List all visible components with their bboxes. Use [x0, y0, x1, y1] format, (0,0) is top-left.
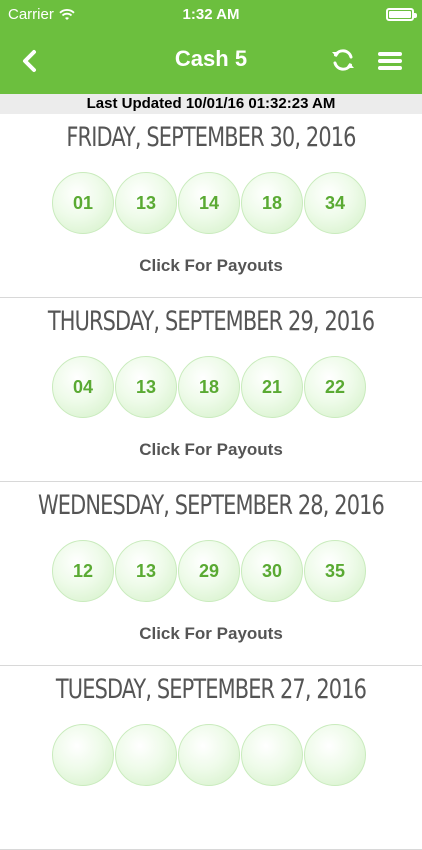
number-ball: 14	[178, 172, 240, 234]
number-balls: 12 13 29 30 35	[52, 540, 370, 604]
draw-item: FRIDAY, SEPTEMBER 30, 2016 01 13 14 18 3…	[0, 114, 422, 298]
number-ball: 12	[52, 540, 114, 602]
number-ball: 21	[241, 356, 303, 418]
number-ball: 01	[52, 172, 114, 234]
number-ball: 22	[304, 356, 366, 418]
number-ball: 35	[304, 540, 366, 602]
number-ball: 04	[52, 356, 114, 418]
payouts-link[interactable]: Click For Payouts	[0, 440, 422, 460]
status-time: 1:32 AM	[182, 6, 240, 23]
number-balls: 04 13 18 21 22	[52, 356, 370, 420]
top-bar: Carrier 1:32 AM Cash 5	[0, 0, 422, 94]
number-ball: 34	[304, 172, 366, 234]
payouts-link[interactable]: Click For Payouts	[0, 624, 422, 644]
draw-item: THURSDAY, SEPTEMBER 29, 2016 04 13 18 21…	[0, 298, 422, 482]
refresh-icon[interactable]	[330, 47, 356, 73]
status-bar: Carrier 1:32 AM	[0, 0, 422, 30]
number-ball: 30	[241, 540, 303, 602]
battery-icon	[386, 8, 417, 21]
number-ball: 18	[178, 356, 240, 418]
number-balls	[52, 724, 370, 788]
payouts-link[interactable]: Click For Payouts	[0, 256, 422, 276]
draw-item: TUESDAY, SEPTEMBER 27, 2016	[0, 666, 422, 850]
draw-date: WEDNESDAY, SEPTEMBER 28, 2016	[38, 490, 385, 521]
page-title: Cash 5	[174, 46, 248, 71]
number-ball	[304, 724, 366, 786]
draw-date: TUESDAY, SEPTEMBER 27, 2016	[55, 674, 367, 705]
nav-bar: Cash 5	[0, 30, 422, 92]
number-balls: 01 13 14 18 34	[52, 172, 370, 236]
number-ball: 29	[178, 540, 240, 602]
draw-date: THURSDAY, SEPTEMBER 29, 2016	[47, 306, 375, 337]
number-ball: 18	[241, 172, 303, 234]
draw-item: WEDNESDAY, SEPTEMBER 28, 2016 12 13 29 3…	[0, 482, 422, 666]
number-ball	[115, 724, 177, 786]
number-ball: 13	[115, 540, 177, 602]
number-ball: 13	[115, 356, 177, 418]
last-updated-label: Last Updated 10/01/16 01:32:23 AM	[0, 94, 422, 114]
draw-date: FRIDAY, SEPTEMBER 30, 2016	[66, 122, 356, 153]
hamburger-menu-icon[interactable]	[376, 49, 404, 73]
number-ball	[178, 724, 240, 786]
number-ball	[241, 724, 303, 786]
draw-list: FRIDAY, SEPTEMBER 30, 2016 01 13 14 18 3…	[0, 114, 422, 850]
number-ball: 13	[115, 172, 177, 234]
number-ball	[52, 724, 114, 786]
